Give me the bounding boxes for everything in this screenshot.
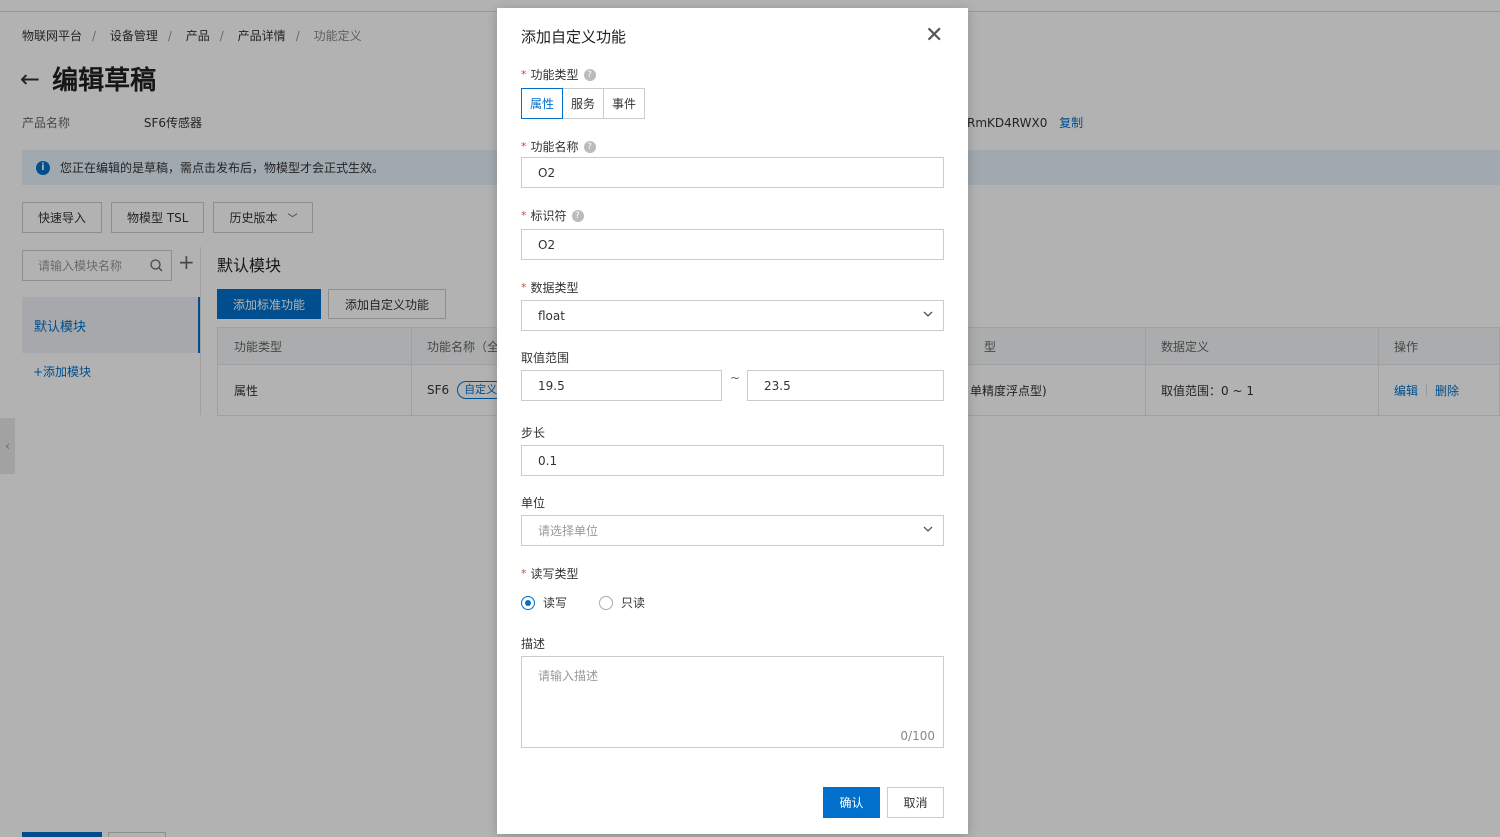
datatype-value: float — [538, 308, 565, 323]
radio-unchecked-icon — [599, 595, 614, 610]
chevron-down-icon — [923, 526, 933, 532]
description-textarea[interactable]: 请输入描述 0/100 — [521, 656, 944, 748]
help-icon[interactable]: ? — [583, 68, 596, 81]
radio-checked-icon — [521, 595, 535, 610]
function-type-segment: 属性 服务 事件 — [521, 88, 646, 119]
unit-placeholder: 请选择单位 — [538, 524, 599, 538]
rw-type-radio-group: 读写 只读 — [521, 594, 677, 611]
rw-option-readwrite[interactable]: 读写 — [521, 594, 567, 611]
function-type-property[interactable]: 属性 — [521, 88, 564, 119]
rw-option-readonly[interactable]: 只读 — [599, 594, 645, 611]
range-min-input[interactable]: 19.5 — [521, 370, 722, 401]
add-custom-function-dialog: 添加自定义功能 ✕ * 功能类型? 属性 服务 事件 * 功能名称? O2 * 标识符… — [497, 8, 968, 834]
datatype-select[interactable]: float — [521, 300, 944, 331]
function-type-service[interactable]: 服务 — [562, 88, 605, 119]
chevron-down-icon — [923, 311, 933, 317]
unit-select[interactable]: 请选择单位 — [521, 515, 944, 546]
cancel-button[interactable]: 取消 — [887, 787, 944, 818]
required-mark: * — [521, 68, 527, 81]
step-input[interactable]: 0.1 — [521, 445, 944, 476]
description-placeholder: 请输入描述 — [538, 669, 599, 683]
identifier-label: * 标识符? — [521, 207, 584, 224]
help-icon[interactable]: ? — [583, 140, 596, 153]
char-counter: 0/100 — [900, 729, 935, 743]
datatype-label: * 数据类型 — [521, 281, 579, 295]
function-name-label: * 功能名称? — [521, 138, 596, 155]
function-type-label: * 功能类型? — [521, 66, 596, 83]
function-type-event[interactable]: 事件 — [603, 88, 646, 119]
identifier-input[interactable]: O2 — [521, 229, 944, 260]
confirm-button[interactable]: 确认 — [823, 787, 880, 818]
rw-type-label: * 读写类型 — [521, 567, 579, 581]
description-label: 描述 — [521, 637, 546, 651]
function-name-input[interactable]: O2 — [521, 157, 944, 188]
range-label: 取值范围 — [521, 351, 570, 365]
range-max-input[interactable]: 23.5 — [747, 370, 944, 401]
range-separator: ~ — [730, 371, 741, 385]
step-label: 步长 — [521, 426, 546, 440]
unit-label: 单位 — [521, 496, 546, 510]
close-icon[interactable]: ✕ — [925, 25, 943, 47]
help-icon[interactable]: ? — [571, 209, 584, 222]
dialog-title: 添加自定义功能 — [521, 28, 627, 46]
